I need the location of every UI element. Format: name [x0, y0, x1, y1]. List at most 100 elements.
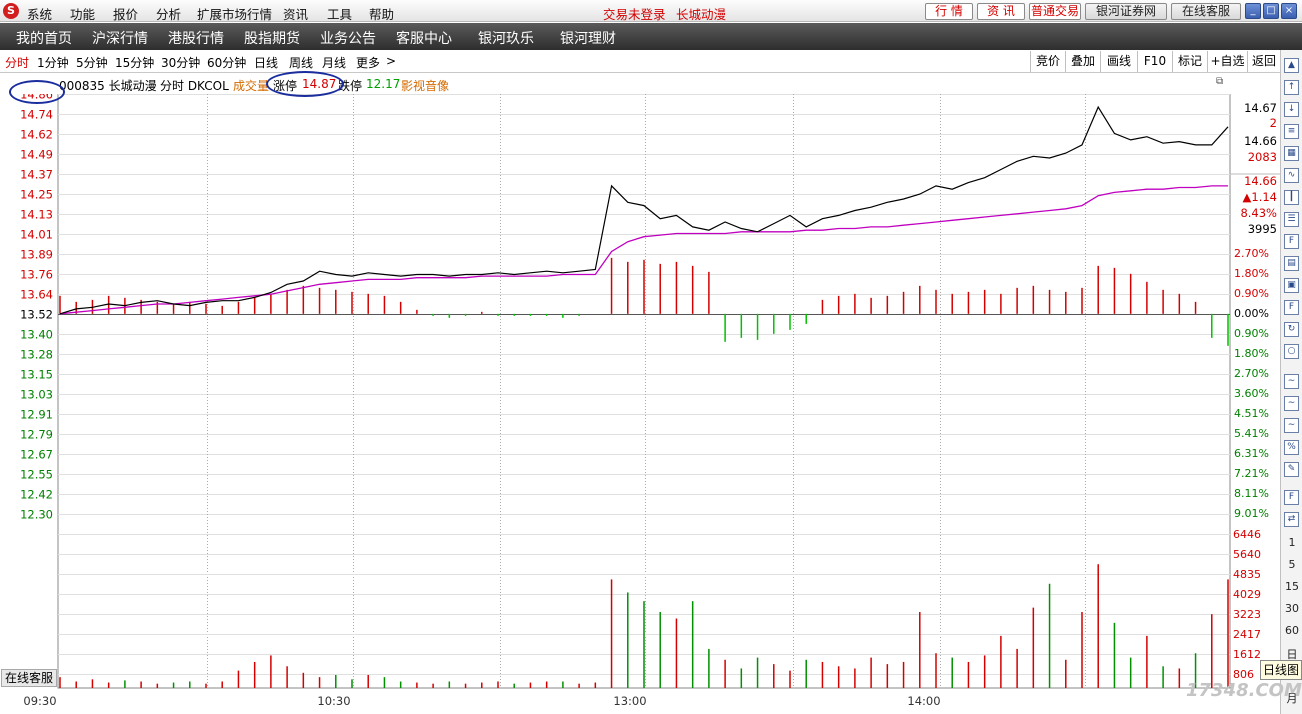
- price-tick: 12.79: [20, 428, 53, 442]
- list-icon[interactable]: ☰: [1284, 212, 1299, 227]
- menu-help[interactable]: 帮助: [369, 4, 394, 23]
- panel-change: ▲1.14: [1243, 190, 1277, 204]
- tab-5min[interactable]: 5分钟: [76, 54, 108, 71]
- tab-daily[interactable]: 日线: [254, 54, 278, 71]
- online-service-button[interactable]: 在线客服: [1171, 3, 1241, 20]
- price-tick: 14.13: [20, 208, 53, 222]
- nav-announcements[interactable]: 业务公告: [320, 28, 376, 48]
- price-tick: 14.62: [20, 128, 53, 142]
- menu-extended-market[interactable]: 扩展市场行情: [197, 4, 272, 23]
- f10-icon[interactable]: F: [1284, 234, 1299, 249]
- period-30[interactable]: 30: [1281, 602, 1302, 615]
- watermark: 17348.COM: [1186, 680, 1302, 701]
- panel-price: 14.67: [1244, 101, 1277, 115]
- refresh-icon[interactable]: ↻: [1284, 322, 1299, 337]
- pct-tick: 5.41%: [1234, 427, 1269, 440]
- intraday-chart[interactable]: 14.8614.7414.6214.4914.3714.2514.1314.01…: [0, 94, 1280, 714]
- period-60[interactable]: 60: [1281, 624, 1302, 637]
- trade-button[interactable]: 普通交易: [1029, 3, 1081, 20]
- securities-site-button[interactable]: 银河证券网: [1085, 3, 1167, 20]
- nav-home[interactable]: 我的首页: [16, 28, 72, 48]
- nav-index-futures[interactable]: 股指期货: [244, 28, 300, 48]
- price-tick: 13.64: [20, 288, 53, 302]
- tab-weekly[interactable]: 周线: [289, 54, 313, 71]
- close-icon[interactable]: ×: [1281, 3, 1297, 19]
- tab-more[interactable]: 更多: [356, 54, 380, 71]
- report-icon[interactable]: ≡: [1284, 124, 1299, 139]
- panel-last: 14.66: [1244, 174, 1277, 188]
- nav-galaxy-finance[interactable]: 银河理财: [560, 28, 616, 48]
- nav-hk-stocks[interactable]: 港股行情: [168, 28, 224, 48]
- pencil-icon[interactable]: ✎: [1284, 462, 1299, 477]
- add-watchlist-button[interactable]: +自选: [1207, 51, 1247, 72]
- doc-icon[interactable]: ▤: [1284, 256, 1299, 271]
- pct-tick: 0.90%: [1234, 327, 1269, 340]
- period-15[interactable]: 15: [1281, 580, 1302, 593]
- panel-pct: 8.43%: [1240, 206, 1277, 220]
- minimize-icon[interactable]: _: [1245, 3, 1261, 19]
- draw-line-button[interactable]: 画线: [1100, 51, 1137, 72]
- menu-tools[interactable]: 工具: [327, 4, 352, 23]
- pct-tick: 4.51%: [1234, 407, 1269, 420]
- auction-button[interactable]: 竞价: [1030, 51, 1065, 72]
- chart2-icon[interactable]: ∼: [1284, 396, 1299, 411]
- chart1-icon[interactable]: ∼: [1284, 374, 1299, 389]
- overlay-button[interactable]: 叠加: [1065, 51, 1100, 72]
- menu-info[interactable]: 资讯: [283, 4, 308, 23]
- tab-1min[interactable]: 1分钟: [37, 54, 69, 71]
- tab-monthly[interactable]: 月线: [322, 54, 346, 71]
- panel-total: 3995: [1248, 222, 1277, 236]
- grid-icon[interactable]: ▣: [1284, 278, 1299, 293]
- back-button[interactable]: 返回: [1247, 51, 1280, 72]
- tab-intraday[interactable]: 分时: [5, 54, 29, 71]
- line-chart-icon[interactable]: ∿: [1284, 168, 1299, 183]
- restore-icon[interactable]: ⧉: [1216, 76, 1223, 87]
- pct-tick: 2.70%: [1234, 367, 1269, 380]
- table-icon[interactable]: ▦: [1284, 146, 1299, 161]
- pct-tick: 1.80%: [1234, 347, 1269, 360]
- mark-button[interactable]: 标记: [1172, 51, 1207, 72]
- f12-icon[interactable]: F: [1284, 300, 1299, 315]
- arrow-down-icon[interactable]: ↓: [1284, 102, 1299, 117]
- maximize-icon[interactable]: □: [1263, 3, 1279, 19]
- period-5[interactable]: 5: [1281, 558, 1302, 571]
- kline-icon[interactable]: ┃: [1284, 190, 1299, 205]
- panel-price2: 14.66: [1244, 134, 1277, 148]
- vol-tick: 3223: [1233, 608, 1261, 621]
- pct-tick: 3.60%: [1234, 387, 1269, 400]
- news-button[interactable]: 资 讯: [977, 3, 1025, 20]
- up-arrow-icon[interactable]: ▲: [1284, 58, 1299, 73]
- quote-button[interactable]: 行 情: [925, 3, 973, 20]
- nav-service-center[interactable]: 客服中心: [396, 28, 452, 48]
- more-chevron-icon[interactable]: >: [386, 54, 396, 68]
- price-tick: 12.30: [20, 508, 53, 522]
- f5-icon[interactable]: F: [1284, 490, 1299, 505]
- sector-label: 影视音像: [401, 79, 450, 93]
- chart3-icon[interactable]: ∼: [1284, 418, 1299, 433]
- online-service-tab[interactable]: 在线客服: [1, 669, 57, 687]
- menu-system[interactable]: 系统: [27, 4, 52, 23]
- percent-icon[interactable]: %: [1284, 440, 1299, 455]
- menu-function[interactable]: 功能: [70, 4, 95, 23]
- menu-analysis[interactable]: 分析: [156, 4, 181, 23]
- nav-galaxy-joy[interactable]: 银河玖乐: [478, 28, 534, 48]
- price-tick: 12.91: [20, 408, 53, 422]
- vol-tick: 6446: [1233, 528, 1261, 541]
- price-tick: 14.37: [20, 168, 53, 182]
- price-tick: 13.03: [20, 388, 53, 402]
- f10-button[interactable]: F10: [1137, 51, 1172, 72]
- price-tick: 13.15: [20, 368, 53, 382]
- arrow-icon[interactable]: ↑: [1284, 80, 1299, 95]
- tab-30min[interactable]: 30分钟: [161, 54, 200, 71]
- sync-icon[interactable]: ⇄: [1284, 512, 1299, 527]
- circle-icon[interactable]: ○: [1284, 344, 1299, 359]
- nav-shanghai-shenzhen[interactable]: 沪深行情: [92, 28, 148, 48]
- annotation-circle-price: [9, 80, 65, 104]
- pct-tick: 0.00%: [1234, 307, 1269, 320]
- period-1[interactable]: 1: [1281, 536, 1302, 549]
- price-tick: 13.40: [20, 328, 53, 342]
- tab-60min[interactable]: 60分钟: [207, 54, 246, 71]
- tab-15min[interactable]: 15分钟: [115, 54, 154, 71]
- menu-quote[interactable]: 报价: [113, 4, 138, 23]
- time-label: 10:30: [317, 694, 350, 708]
